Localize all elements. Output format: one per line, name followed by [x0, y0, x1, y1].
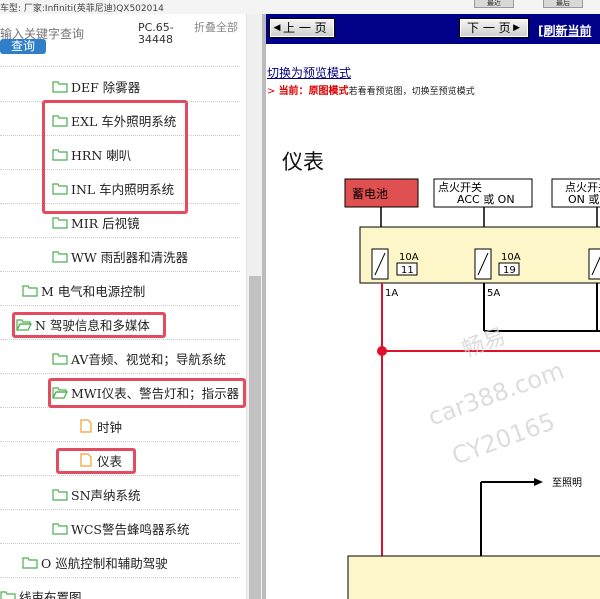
- tree-item-clock[interactable]: 时钟: [78, 417, 122, 435]
- folder-icon: [52, 521, 68, 535]
- highlight-box: [42, 100, 188, 214]
- highlight-box: [56, 448, 136, 474]
- terminal-5a: 5A: [487, 288, 500, 299]
- watermark-line1: 畅易: [459, 324, 509, 363]
- tree-item-label: O 巡航控制和辅助驾驶: [41, 555, 168, 571]
- tree-item-av[interactable]: AV音频、视觉和；导航系统: [52, 349, 226, 367]
- tree-item-def[interactable]: DEF 除雾器: [52, 77, 140, 95]
- prev-page-button[interactable]: ◀ 上 一 页: [269, 18, 335, 38]
- folder-icon: [52, 249, 68, 263]
- top-strip: 车型: 厂家:Infiniti(英菲尼迪)QX502014 最近 最后: [0, 0, 600, 14]
- tree-item-wcs[interactable]: WCS警告蜂鸣器系统: [52, 519, 189, 537]
- tree-row: M 电气和电源控制: [0, 272, 240, 306]
- tree-item-mir[interactable]: MIR 后视镜: [52, 213, 140, 231]
- tree-item-o[interactable]: O 巡航控制和辅助驾驶: [22, 553, 168, 571]
- page-icon: [78, 419, 94, 433]
- battery-label: 蓄电池: [352, 187, 388, 201]
- folder-icon: [52, 351, 68, 365]
- category-tree: DEF 除雾器 EXL 车外照明系统 HRN 喇叭 INL 车内照明系统 MIR…: [0, 14, 246, 599]
- tree-item-ww[interactable]: WW 雨刮器和清洗器: [52, 247, 188, 265]
- folder-icon: [52, 487, 68, 501]
- ignition1-line2: ACC 或 ON: [457, 193, 515, 206]
- ignition1-line1: 点火开关: [438, 180, 482, 194]
- tree-divider: [0, 66, 240, 67]
- right-arrow-icon: ▶: [513, 23, 521, 33]
- tree-item-harness[interactable]: 线束布置图: [0, 587, 82, 599]
- tree-item-label: WW 雨刮器和清洗器: [71, 249, 189, 265]
- folder-icon: [52, 79, 68, 93]
- tree-row: WW 雨刮器和清洗器: [0, 238, 240, 272]
- folder-icon: [0, 589, 16, 599]
- tree-item-label: WCS警告蜂鸣器系统: [71, 521, 190, 537]
- left-arrow-icon: ◀: [273, 23, 281, 33]
- left-panel: 查询 PC.65-34448 折叠全部 DEF 除雾器 EXL 车外照明系统 H…: [0, 14, 262, 599]
- fuse2-number: 19: [503, 265, 516, 276]
- ignition2-line2: ON 或: [568, 193, 599, 206]
- ignition2-line1: 点火开关: [565, 180, 600, 194]
- nav-bar: ◀ 上 一 页 下 一 页 ▶ [刷新当前: [266, 14, 600, 44]
- fuse1-rating: 10A: [399, 252, 419, 263]
- tree-item-label: M 电气和电源控制: [41, 283, 146, 299]
- fuse2-rating: 10A: [501, 252, 521, 263]
- refresh-link[interactable]: [刷新当前: [538, 22, 592, 39]
- tree-row: 时钟: [0, 408, 240, 442]
- fuse1-number: 11: [401, 265, 414, 276]
- left-scrollbar[interactable]: [246, 14, 262, 599]
- highlight-box: [48, 378, 246, 408]
- prev-label: 上 一 页: [283, 21, 327, 35]
- scrollbar-thumb[interactable]: [249, 276, 261, 599]
- vehicle-info: 车型: 厂家:Infiniti(英菲尼迪)QX502014: [0, 4, 164, 14]
- terminal-1a: 1A: [385, 288, 398, 299]
- tree-row: O 巡航控制和辅助驾驶: [0, 544, 240, 578]
- tree-item-label: MIR 后视镜: [71, 215, 140, 231]
- tree-item-label: AV音频、视觉和；导航系统: [71, 351, 226, 367]
- tree-row: WCS警告蜂鸣器系统: [0, 510, 240, 544]
- fuse-3: [588, 248, 600, 280]
- tree-item-label: 线束布置图: [19, 589, 82, 599]
- recent-button[interactable]: 最近: [474, 0, 514, 8]
- tree-row: AV音频、视觉和；导航系统: [0, 340, 240, 374]
- tree-item-m[interactable]: M 电气和电源控制: [22, 281, 145, 299]
- tree-item-label: 时钟: [97, 419, 123, 435]
- next-label: 下 一 页: [467, 21, 511, 35]
- last-button[interactable]: 最后: [543, 0, 583, 8]
- meter-component-box: [347, 555, 600, 599]
- folder-icon: [52, 215, 68, 229]
- wiring-diagram: 蓄电池 点火开关 ACC 或 ON 点火开关 ON 或 10A 11 10A 1…: [344, 178, 600, 599]
- highlight-box: [12, 312, 166, 338]
- folder-icon: [22, 283, 38, 297]
- folder-icon: [22, 555, 38, 569]
- content-pane: 切换为预览模式 > 当前：原图模式若看看预览图，切换至预览模式 仪表 蓄电池 点…: [266, 44, 600, 599]
- tree-item-label: SN声纳系统: [71, 487, 141, 503]
- tree-row: 线束布置图: [0, 578, 240, 599]
- to-lighting-label: 至照明: [552, 477, 582, 489]
- next-page-button[interactable]: 下 一 页 ▶: [459, 18, 529, 38]
- tree-row: SN声纳系统: [0, 476, 240, 510]
- tree-item-label: DEF 除雾器: [71, 79, 141, 95]
- tree-row: DEF 除雾器: [0, 68, 240, 102]
- tree-item-sn[interactable]: SN声纳系统: [52, 485, 141, 503]
